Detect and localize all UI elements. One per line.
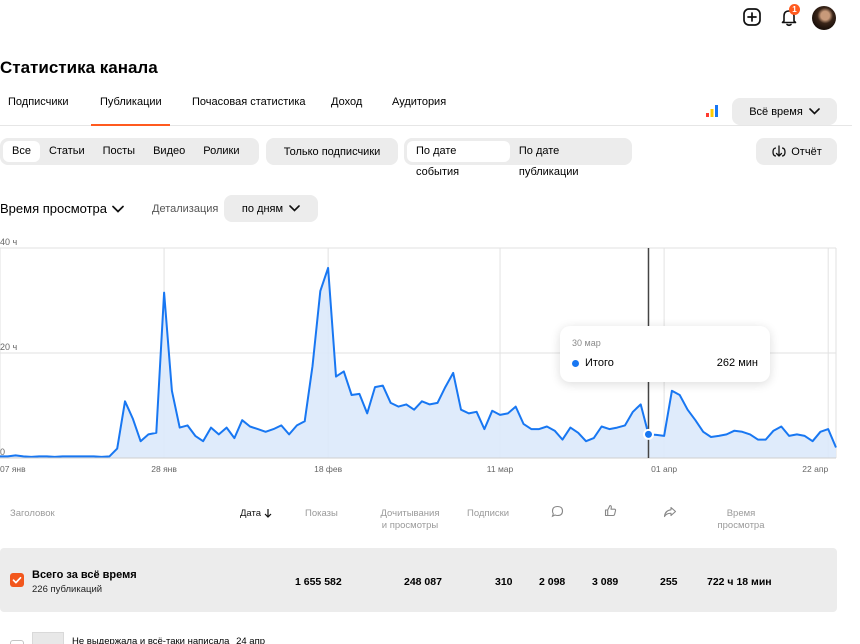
tab-income[interactable]: Доход (331, 96, 362, 126)
total-watch-time: 722 ч 18 мин (707, 576, 772, 588)
total-title: Всего за всё время (32, 569, 137, 581)
x-tick-label: 28 янв (151, 464, 177, 474)
tab-bar: Подписчики Публикации Почасовая статисти… (0, 92, 852, 126)
filter-shorts[interactable]: Ролики (194, 141, 248, 162)
y-tick-label: 20 ч (0, 342, 18, 352)
total-subscriptions: 310 (495, 576, 513, 588)
detail-value: по дням (241, 202, 284, 215)
filter-by-publish-date[interactable]: По дате публикации (510, 141, 629, 178)
create-button[interactable] (741, 6, 763, 28)
detail-dropdown[interactable]: по дням (224, 195, 318, 222)
bar-chart-icon[interactable] (705, 104, 719, 118)
tooltip-value: 262 мин (716, 357, 758, 369)
filter-by-event-date[interactable]: По дате события (407, 141, 510, 178)
total-reads: 248 087 (404, 576, 442, 588)
comments-icon[interactable] (551, 505, 564, 523)
table-row[interactable]: Не выдержала и всё-таки написала 24 апр (0, 630, 860, 644)
filter-posts[interactable]: Посты (94, 141, 144, 162)
total-impressions: 1 655 582 (295, 576, 342, 588)
total-shares: 255 (660, 576, 678, 588)
metric-dropdown[interactable]: Время просмотра (0, 201, 124, 216)
period-dropdown[interactable]: Всё время (732, 98, 837, 125)
report-button[interactable]: Отчёт (756, 138, 837, 165)
tab-publications[interactable]: Публикации (91, 96, 170, 126)
sort-down-icon (264, 509, 272, 518)
likes-icon[interactable] (604, 504, 617, 522)
col-header-title[interactable]: Заголовок (10, 508, 55, 520)
total-row-checkbox[interactable] (10, 573, 24, 587)
col-header-date-label: Дата (240, 508, 262, 519)
metric-label: Время просмотра (0, 201, 108, 216)
series-dot (572, 360, 579, 367)
plus-icon (743, 8, 761, 26)
date-mode-filter: По дате события По дате публикации (404, 138, 632, 178)
col-header-watch-time[interactable]: Время просмотра (712, 508, 770, 532)
x-tick-label: 18 фев (314, 464, 343, 474)
content-type-filter: Все Статьи Посты Видео Ролики (0, 138, 259, 165)
notifications-button[interactable]: 1 (778, 4, 800, 28)
col-header-impressions[interactable]: Показы (305, 508, 338, 520)
tooltip-date: 30 мар (572, 338, 601, 348)
y-tick-label: 40 ч (0, 237, 18, 247)
col-header-subscriptions[interactable]: Подписки (467, 508, 509, 520)
col-header-watch-line2: просмотра (717, 520, 765, 531)
page-title: Статистика канала (0, 58, 158, 77)
x-tick-label: 22 апр (802, 464, 828, 474)
chart-tooltip: 30 мар Итого 262 мин (560, 326, 770, 382)
total-comments: 2 098 (539, 576, 566, 588)
total-row[interactable]: Всего за всё время 226 публикаций 1 655 … (0, 548, 837, 612)
filter-all[interactable]: Все (3, 141, 40, 162)
row-checkbox[interactable] (10, 640, 24, 644)
x-tick-label: 07 янв (0, 464, 26, 474)
subscribers-only-toggle[interactable]: Только подписчики (266, 138, 398, 165)
x-tick-label: 01 апр (651, 464, 677, 474)
chevron-down-icon (289, 205, 300, 212)
download-report-icon (772, 144, 786, 157)
filter-articles[interactable]: Статьи (40, 141, 94, 162)
chevron-down-icon (808, 108, 820, 115)
col-header-reads-line2: и просмотры (381, 520, 439, 531)
detail-label: Детализация (152, 203, 219, 215)
col-header-reads-line1: Дочитывания (380, 508, 440, 519)
col-header-date[interactable]: Дата (240, 508, 272, 520)
checkmark-icon (12, 576, 22, 584)
tooltip-series: Итого (585, 357, 614, 369)
subscribers-only-label: Только подписчики (283, 145, 381, 158)
chevron-down-icon (112, 205, 124, 213)
x-tick-label: 11 мар (487, 464, 514, 474)
avatar[interactable] (812, 6, 836, 30)
shares-icon[interactable] (663, 505, 677, 523)
row-title: Не выдержала и всё-таки написала 24 апр (72, 636, 265, 644)
total-subtitle: 226 публикаций (32, 584, 103, 595)
tab-audience[interactable]: Аудитория (392, 96, 446, 126)
report-label: Отчёт (791, 145, 822, 158)
row-thumbnail (32, 632, 64, 644)
hover-point (642, 428, 654, 440)
tab-subscribers[interactable]: Подписчики (8, 96, 69, 126)
tab-hourly-stats[interactable]: Почасовая статистика (192, 96, 306, 126)
notification-badge: 1 (789, 4, 800, 15)
period-label: Всё время (749, 105, 803, 118)
filter-videos[interactable]: Видео (144, 141, 194, 162)
total-likes: 3 089 (592, 576, 619, 588)
col-header-watch-line1: Время (726, 508, 756, 519)
col-header-reads[interactable]: Дочитывания и просмотры (378, 508, 442, 532)
